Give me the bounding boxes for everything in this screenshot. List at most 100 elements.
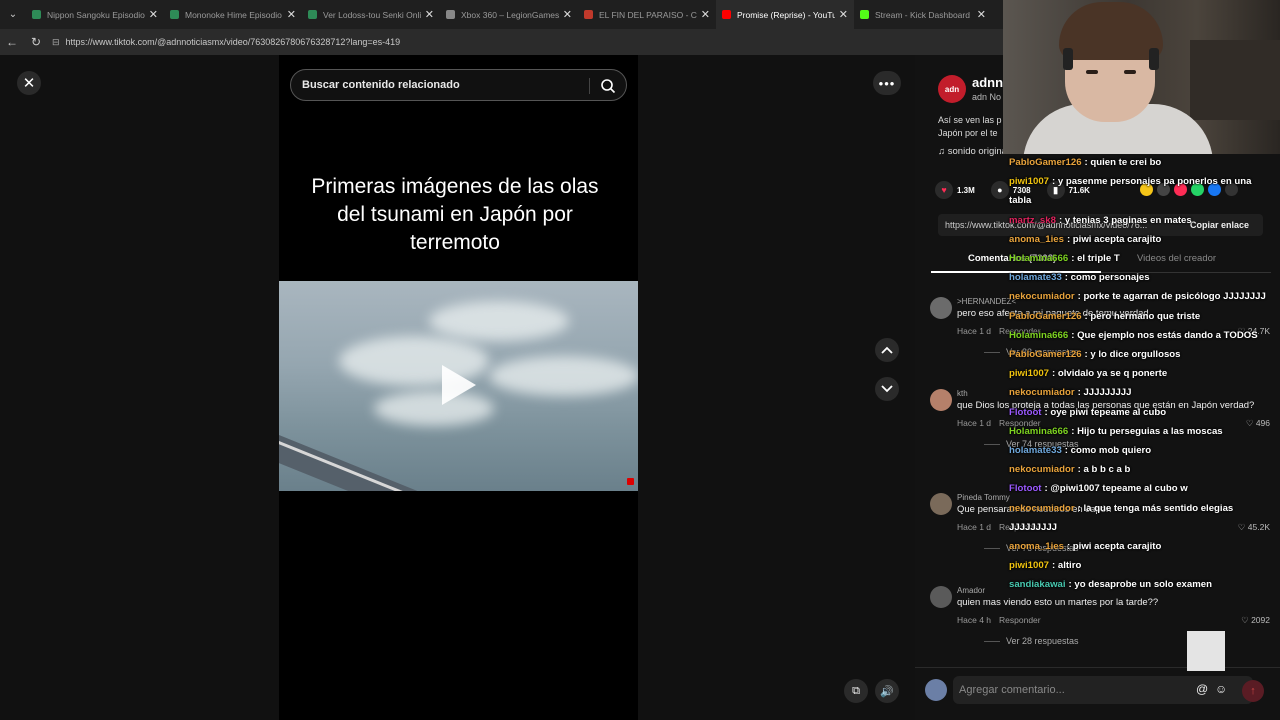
browser-tab[interactable]: Nippon Sangoku Episodio 3 ✕ bbox=[26, 0, 164, 29]
view-replies-link[interactable]: Ver 28 respuestas bbox=[984, 636, 1079, 646]
tab-favicon-icon bbox=[722, 10, 731, 19]
emoji-icon[interactable]: ☺ bbox=[1215, 682, 1227, 696]
commenter-avatar[interactable] bbox=[930, 389, 952, 411]
tab-title: Promise (Reprise) - YouTube bbox=[737, 9, 835, 20]
comment-text: quien mas viendo esto un martes por la t… bbox=[957, 597, 1159, 608]
reload-icon[interactable]: ↻ bbox=[24, 29, 48, 55]
browser-tab[interactable]: Ver Lodoss-tou Senki Online ✕ bbox=[302, 0, 440, 29]
comment-likes[interactable]: ♡ 2092 bbox=[1241, 615, 1270, 626]
more-options-icon[interactable]: ••• bbox=[873, 71, 901, 95]
chat-username[interactable]: piwi1007 bbox=[1009, 176, 1049, 187]
tab-title: Nippon Sangoku Episodio 3 bbox=[47, 9, 145, 20]
site-info-icon[interactable]: ⊟ bbox=[52, 37, 60, 48]
chat-username[interactable]: anoma_1ies bbox=[1009, 541, 1064, 552]
reply-button[interactable]: Responder bbox=[999, 615, 1041, 625]
chat-text: : a b b c a b bbox=[1077, 464, 1131, 476]
tab-close-icon[interactable]: ✕ bbox=[287, 8, 296, 21]
tab-creator-videos[interactable]: Videos del creador bbox=[1137, 253, 1216, 264]
webcam-headset bbox=[1149, 48, 1159, 70]
chat-username[interactable]: Flotoot bbox=[1009, 407, 1042, 418]
related-search-box bbox=[290, 69, 627, 101]
chat-message: martz_sk8: y tenias 3 paginas en mates bbox=[1009, 215, 1192, 226]
comment-likes[interactable]: ♡ 496 bbox=[1246, 418, 1270, 429]
commenter-name[interactable]: >HERNANDEZ< bbox=[957, 297, 1016, 306]
commenter-name[interactable]: Amador bbox=[957, 586, 985, 595]
commenter-name[interactable]: kth bbox=[957, 389, 968, 398]
chat-username[interactable]: PabloGamer126 bbox=[1009, 157, 1082, 168]
browser-tab[interactable]: EL FIN DEL PARAISO - CAPÍT ✕ bbox=[578, 0, 716, 29]
chat-message: nekocumiador: JJJJJJJJJ bbox=[1009, 387, 1131, 398]
chat-username[interactable]: Holamina666 bbox=[1009, 330, 1068, 341]
chat-username[interactable]: PabloGamer126 bbox=[1009, 311, 1082, 322]
tab-close-icon[interactable]: ✕ bbox=[425, 8, 434, 21]
commenter-avatar[interactable] bbox=[930, 493, 952, 515]
tab-title: Xbox 360 – LegionGamesGo bbox=[461, 9, 559, 20]
chat-username[interactable]: piwi1007 bbox=[1009, 368, 1049, 379]
chat-text: : JJJJJJJJJ bbox=[1077, 387, 1132, 399]
author-avatar[interactable]: adn bbox=[938, 75, 966, 103]
chat-username[interactable]: holamate33 bbox=[1009, 272, 1062, 283]
user-avatar[interactable] bbox=[925, 679, 947, 701]
mention-icon[interactable]: @ bbox=[1196, 682, 1208, 696]
browser-tab[interactable]: Xbox 360 – LegionGamesGo ✕ bbox=[440, 0, 578, 29]
chat-text: : y tenias 3 paginas en mates bbox=[1058, 214, 1192, 226]
tab-close-icon[interactable]: ✕ bbox=[977, 8, 986, 21]
author-nickname: adn No bbox=[972, 92, 1002, 102]
browser-tab[interactable]: Stream - Kick Dashboard ✕ bbox=[854, 0, 992, 29]
author-name[interactable]: adnn bbox=[972, 75, 1003, 90]
close-icon[interactable]: ✕ bbox=[17, 71, 41, 95]
chat-text: : como personajes bbox=[1064, 272, 1150, 284]
tab-strip: Nippon Sangoku Episodio 3 ✕ Mononoke Hime … bbox=[26, 0, 992, 29]
chat-username[interactable]: holamate33 bbox=[1009, 445, 1062, 456]
tab-list-chevron-icon[interactable]: ⌄ bbox=[0, 0, 26, 29]
send-arrow-icon[interactable]: ↑ bbox=[1242, 680, 1264, 702]
comment-likes[interactable]: ♡ 45.2K bbox=[1238, 522, 1270, 533]
chat-username[interactable]: nekocumiador bbox=[1009, 464, 1075, 475]
chat-text: : altiro bbox=[1052, 560, 1082, 572]
floating-player-icon[interactable]: ⧉ bbox=[844, 679, 868, 703]
commenter-avatar[interactable] bbox=[930, 586, 952, 608]
chat-username[interactable]: nekocumiador bbox=[1009, 387, 1075, 398]
chat-username[interactable]: Holamina666 bbox=[1009, 253, 1068, 264]
tab-close-icon[interactable]: ✕ bbox=[149, 8, 158, 21]
chat-username[interactable]: anoma_1ies bbox=[1009, 234, 1064, 245]
chat-username[interactable]: martz_sk8 bbox=[1009, 215, 1056, 226]
tab-favicon-icon bbox=[170, 10, 179, 19]
commenter-avatar[interactable] bbox=[930, 297, 952, 319]
back-arrow-icon[interactable]: ← bbox=[0, 29, 24, 55]
tab-close-icon[interactable]: ✕ bbox=[563, 8, 572, 21]
search-icon[interactable] bbox=[600, 78, 616, 94]
browser-tab[interactable]: Promise (Reprise) - YouTube ✕ bbox=[716, 0, 854, 29]
heart-outline-icon: ♡ bbox=[1241, 615, 1252, 625]
chat-username[interactable]: Flotoot bbox=[1009, 483, 1042, 494]
video-frame[interactable] bbox=[279, 281, 638, 491]
search-input[interactable] bbox=[302, 79, 592, 91]
heart-icon[interactable]: ♥ bbox=[935, 181, 953, 199]
tab-close-icon[interactable]: ✕ bbox=[701, 8, 710, 21]
video-caption-title: Primeras imágenes de las olas del tsunam… bbox=[311, 175, 599, 254]
chat-username[interactable]: sandiakawai bbox=[1009, 579, 1066, 590]
video-column: Primeras imágenes de las olas del tsunam… bbox=[279, 55, 638, 720]
chat-message: sandiakawai: yo desaprobe un solo examen bbox=[1009, 579, 1212, 590]
previous-video-chevron-up-icon[interactable] bbox=[875, 338, 899, 362]
comment-icon[interactable]: ● bbox=[990, 181, 1009, 199]
chat-username[interactable]: piwi1007 bbox=[1009, 560, 1049, 571]
chat-username[interactable]: PabloGamer126 bbox=[1009, 349, 1082, 360]
wave-foam bbox=[489, 356, 638, 396]
copy-link-button[interactable]: Copiar enlace bbox=[1190, 220, 1249, 230]
commenter-name[interactable]: Pineda Tommy bbox=[957, 493, 1010, 502]
next-video-chevron-down-icon[interactable] bbox=[875, 377, 899, 401]
chat-text: : pero hermano que triste bbox=[1084, 310, 1201, 322]
tab-title: Mononoke Hime Episodio 1 bbox=[185, 9, 283, 20]
chat-username[interactable]: nekocumiador bbox=[1009, 503, 1075, 514]
tab-title: Ver Lodoss-tou Senki Online bbox=[323, 9, 421, 20]
chat-message: PabloGamer126: pero hermano que triste bbox=[1009, 311, 1200, 322]
browser-tab[interactable]: Mononoke Hime Episodio 1 ✕ bbox=[164, 0, 302, 29]
volume-icon[interactable]: 🔊 bbox=[875, 679, 899, 703]
play-icon[interactable] bbox=[442, 365, 476, 405]
chat-message: nekocumiador: porke te agarran de psicól… bbox=[1009, 291, 1266, 302]
chat-username[interactable]: Holamina666 bbox=[1009, 426, 1068, 437]
comment-time: Hace 4 h bbox=[957, 615, 992, 625]
chat-username[interactable]: nekocumiador bbox=[1009, 291, 1075, 302]
tab-close-icon[interactable]: ✕ bbox=[839, 8, 848, 21]
